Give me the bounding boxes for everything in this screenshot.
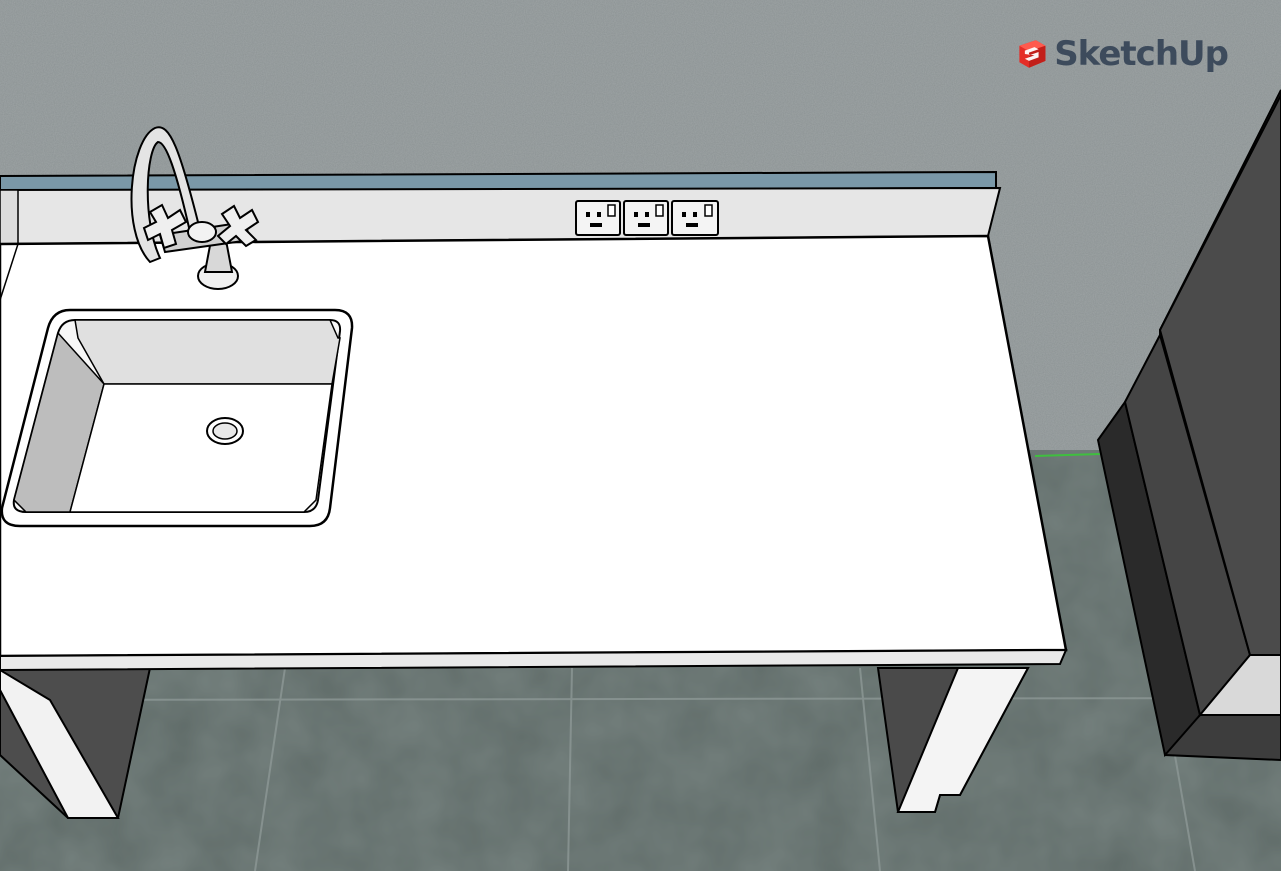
wall-sockets bbox=[575, 200, 719, 236]
socket-icon bbox=[623, 200, 669, 236]
sketchup-logo: SketchUp bbox=[1018, 30, 1229, 78]
brand-name: SketchUp bbox=[1054, 34, 1229, 74]
socket-icon bbox=[671, 200, 719, 236]
socket-icon bbox=[575, 200, 621, 236]
drain-icon bbox=[206, 417, 244, 445]
sketchup-viewport[interactable] bbox=[0, 0, 1281, 871]
sink bbox=[0, 308, 354, 528]
sketchup-logo-icon bbox=[1019, 40, 1046, 68]
